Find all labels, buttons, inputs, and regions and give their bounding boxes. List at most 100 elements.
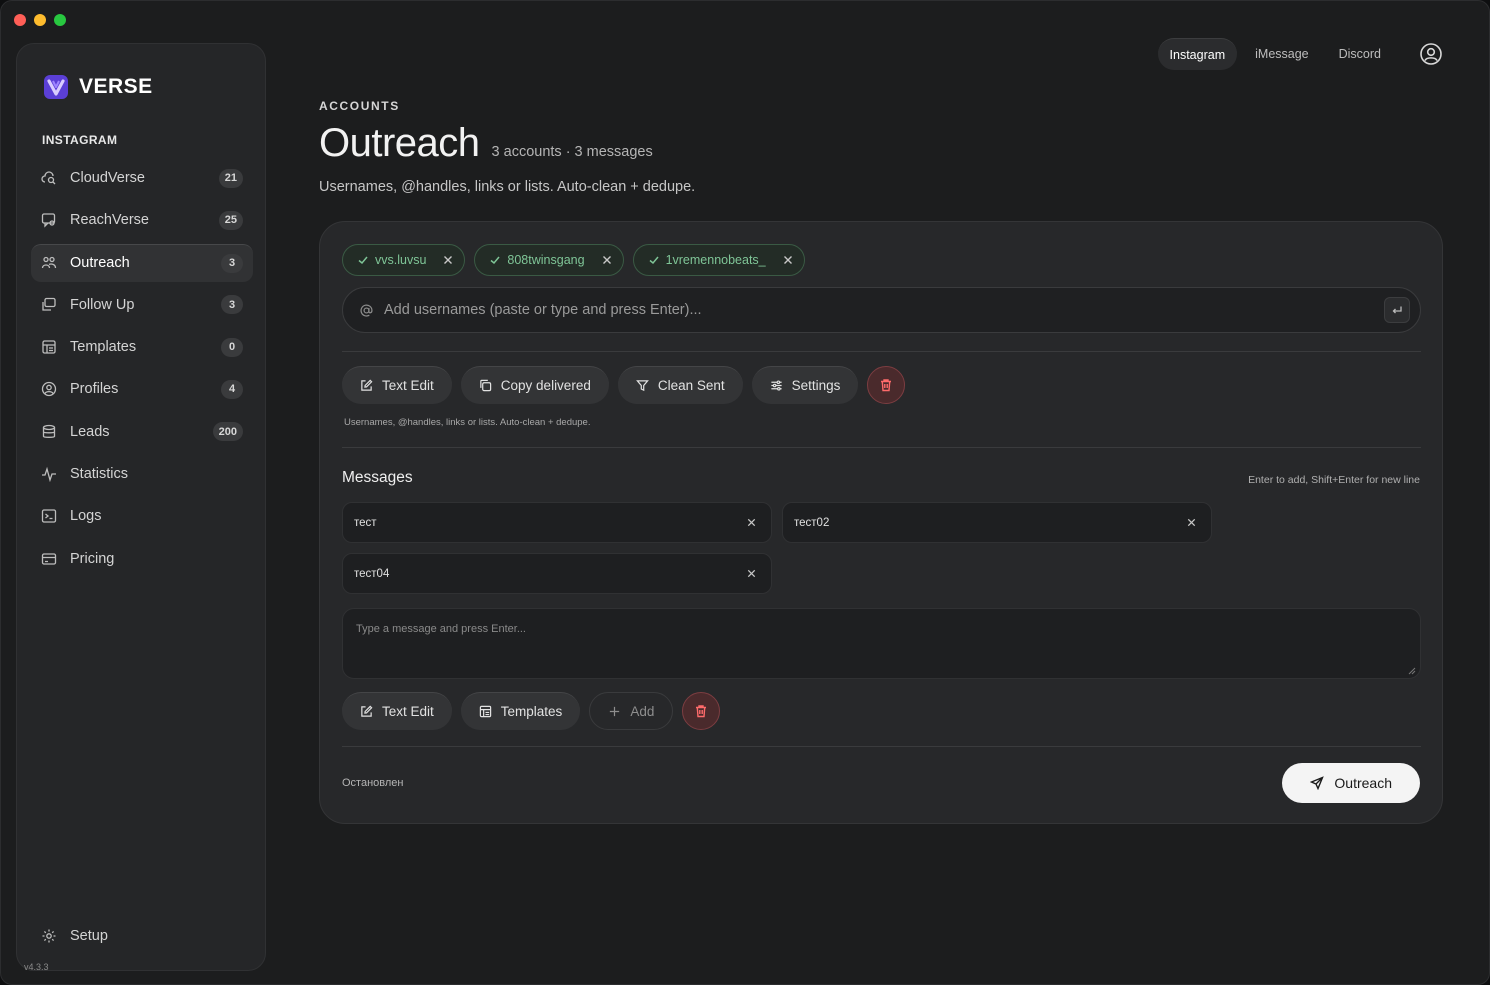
accounts-toolbar: Text Edit Copy delivered Clean Sent Sett… [342,366,906,404]
status-text: Остановлен [342,777,404,789]
copy-delivered-button[interactable]: Copy delivered [460,366,609,404]
sidebar-item-label: Outreach [70,255,130,272]
sidebar-item-follow-up[interactable]: Follow Up 3 [31,286,253,324]
account-chips: vvs.luvsu 808twinsgang 1vremennobeats_ [342,244,805,276]
sidebar-item-cloudverse[interactable]: CloudVerse 21 [31,159,253,197]
sidebar-section-label: INSTAGRAM [42,133,118,147]
filter-icon [635,380,649,392]
gear-icon [42,929,56,943]
account-icon[interactable] [1419,42,1443,66]
trash-icon [881,379,892,392]
users-icon [41,256,57,269]
settings-button[interactable]: Settings [751,366,859,404]
message-textarea-placeholder: Type a message and press Enter... [356,623,526,635]
send-icon [1310,776,1325,790]
account-chip[interactable]: 808twinsgang [474,244,624,276]
submit-username-button[interactable] [1384,297,1410,323]
button-label: Templates [500,704,563,719]
sidebar-item-statistics[interactable]: Statistics [31,455,253,493]
verse-logo-icon [44,75,68,99]
sidebar-item-label: CloudVerse [70,170,145,186]
remove-chip-icon[interactable] [601,254,613,266]
minimize-window-button[interactable] [34,14,46,26]
sidebar-item-label: Setup [70,928,108,944]
add-message-button[interactable]: Add [589,692,674,730]
message-text: тест04 [354,567,390,580]
remove-chip-icon[interactable] [782,254,794,266]
tab-instagram[interactable]: Instagram [1157,38,1238,70]
sidebar-item-label: Leads [70,423,110,440]
close-window-button[interactable] [14,14,26,26]
message-item[interactable]: тест [342,502,772,543]
terminal-icon [41,509,57,524]
divider [342,447,1421,448]
enter-icon [1392,306,1402,314]
sidebar-item-label: Statistics [70,466,129,483]
sliders-icon [771,380,782,391]
clean-sent-button[interactable]: Clean Sent [617,366,743,404]
button-label: Copy delivered [500,378,591,393]
sidebar-item-label: Templates [70,339,137,356]
page-title-row: Outreach 3 accounts · 3 messages [319,121,653,166]
remove-message-icon[interactable] [746,568,757,579]
account-chip[interactable]: vvs.luvsu [342,244,466,276]
remove-message-icon[interactable] [1186,517,1197,528]
message-item[interactable]: тест04 [342,553,772,594]
tab-imessage[interactable]: iMessage [1243,38,1321,70]
account-chip-label: 808twinsgang [507,253,585,267]
sidebar-item-badge: 4 [221,379,243,399]
message-search-icon [41,213,56,228]
messages-templates-button[interactable]: Templates [460,692,581,730]
message-text: тест [354,516,377,529]
remove-chip-icon[interactable] [442,254,454,266]
edit-icon [361,705,373,717]
message-textarea[interactable]: Type a message and press Enter... [342,608,1421,679]
edit-icon [361,379,373,391]
divider [342,351,1421,352]
messages-title: Messages [342,469,413,486]
divider [342,746,1421,747]
page-title: Outreach [319,121,480,165]
sidebar-item-setup[interactable]: Setup [41,928,108,944]
resize-handle-icon[interactable] [1408,667,1416,675]
maximize-window-button[interactable] [54,14,66,26]
account-chip-label: 1vremennobeats_ [665,253,766,267]
sidebar-item-logs[interactable]: Logs [31,497,253,535]
tab-discord[interactable]: Discord [1327,38,1393,70]
trash-icon [696,705,707,718]
button-label: Text Edit [382,704,434,719]
sidebar-item-pricing[interactable]: Pricing [31,540,253,578]
platform-tabs: Instagram iMessage Discord [1157,38,1443,70]
message-item[interactable]: тест02 [782,502,1212,543]
message-text: тест02 [794,516,830,529]
sidebar-item-reachverse[interactable]: ReachVerse 25 [31,201,253,239]
sidebar-item-profiles[interactable]: Profiles 4 [31,370,253,408]
account-chip[interactable]: 1vremennobeats_ [632,244,805,276]
activity-icon [42,466,56,483]
remove-message-icon[interactable] [746,517,757,528]
sidebar-item-outreach[interactable]: Outreach 3 [31,243,253,282]
check-icon [490,256,500,265]
start-outreach-button[interactable]: Outreach [1282,763,1420,803]
sidebar-item-templates[interactable]: Templates 0 [31,328,253,366]
version-label: v4.3.3 [24,962,49,972]
check-icon [358,256,368,265]
delete-accounts-button[interactable] [867,366,906,404]
template-icon [42,340,56,354]
page-subtitle: Usernames, @handles, links or lists. Aut… [319,179,696,195]
sidebar-item-label: Follow Up [70,296,135,313]
accounts-hint: Usernames, @handles, links or lists. Aut… [344,417,591,428]
sidebar-item-label: Profiles [70,381,119,398]
username-input-field[interactable] [342,287,1421,333]
at-sign-icon [360,304,373,317]
sidebar-item-leads[interactable]: Leads 200 [31,413,253,451]
messages-toolbar: Text Edit Templates Add [342,692,721,730]
delete-messages-button[interactable] [682,692,721,730]
username-input[interactable] [384,302,1384,318]
accounts-text-edit-button[interactable]: Text Edit [342,366,452,404]
sidebar-item-label: Pricing [70,550,115,567]
database-icon [42,424,56,438]
messages-text-edit-button[interactable]: Text Edit [342,692,452,730]
brand-name: VERSE [79,75,153,98]
brand[interactable]: VERSE [43,74,153,100]
